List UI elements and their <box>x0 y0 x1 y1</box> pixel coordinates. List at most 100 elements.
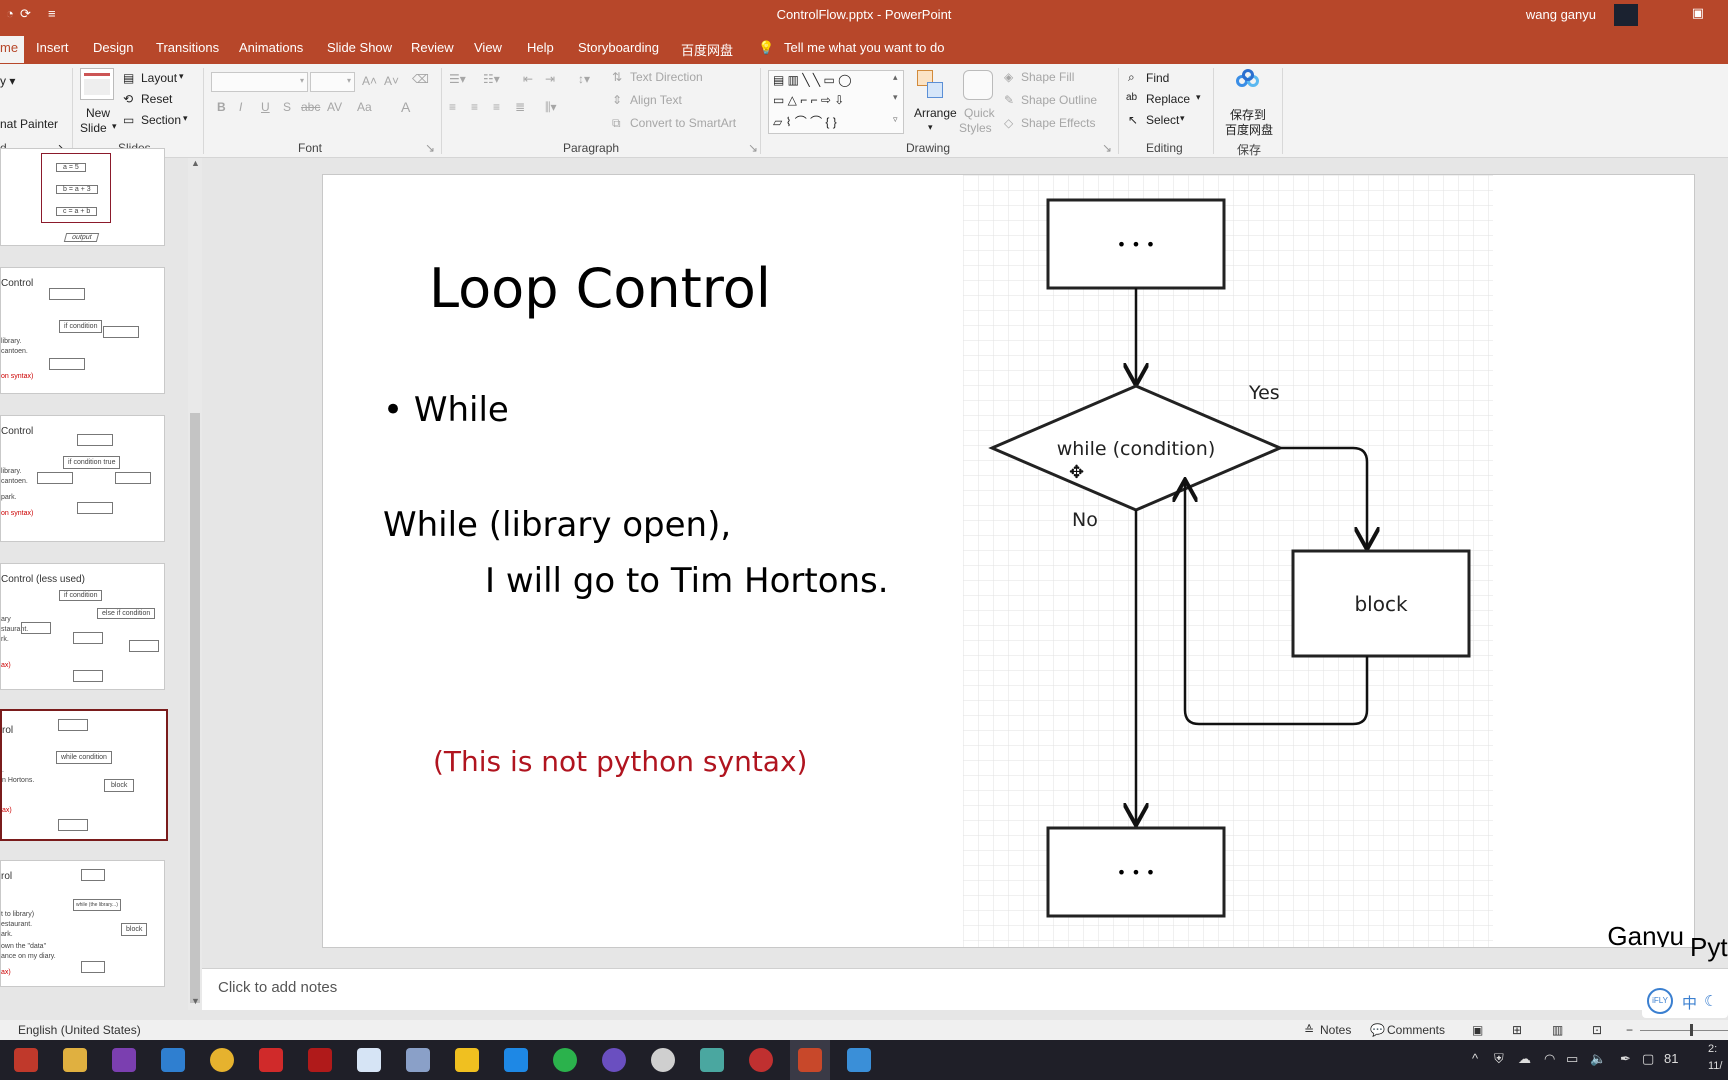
powerpoint-icon[interactable] <box>798 1048 822 1072</box>
find-button[interactable]: Find <box>1146 71 1169 85</box>
chevron-down-icon[interactable]: ▾ <box>179 71 184 82</box>
baidu-netdisk-icon[interactable] <box>357 1048 381 1072</box>
tab-insert[interactable]: Insert <box>36 40 69 55</box>
display-icon[interactable]: ▢ <box>1642 1051 1654 1067</box>
tab-slide-show[interactable]: Slide Show <box>327 40 392 55</box>
slide-thumbnail-selected[interactable]: rol while condition block . n Hortons. a… <box>0 709 168 841</box>
shape-fill-button[interactable]: Shape Fill <box>1021 70 1074 84</box>
textbox-shape-icon[interactable]: ▤ ▥ ╲ ╲ ▭ ◯ <box>773 73 852 87</box>
arrange-icon[interactable] <box>917 70 945 100</box>
justify-icon[interactable]: ≣ <box>515 100 525 114</box>
tab-design[interactable]: Design <box>93 40 133 55</box>
shape-outline-button[interactable]: Shape Outline <box>1021 93 1097 107</box>
clock-time[interactable]: 2: <box>1708 1043 1717 1055</box>
layout-button[interactable]: Layout <box>141 71 177 85</box>
slide-thumbnail[interactable]: a = 5 b = a + 3 c = a + b output <box>0 148 165 246</box>
moon-icon[interactable]: ☾ <box>1704 992 1717 1010</box>
new-slide-button[interactable]: New <box>86 106 110 120</box>
normal-view-icon[interactable]: ▣ <box>1472 1023 1483 1037</box>
new-slide-label[interactable]: Slide <box>80 121 107 135</box>
notes-placeholder[interactable]: Click to add notes <box>218 979 337 996</box>
columns-icon[interactable]: ⫼▾ <box>545 100 557 115</box>
line-spacing-icon[interactable]: ↕▾ <box>578 72 590 86</box>
text-direction-button[interactable]: Text Direction <box>630 70 703 84</box>
change-case-button[interactable]: Aa <box>357 100 372 114</box>
tab-review[interactable]: Review <box>411 40 454 55</box>
avatar[interactable] <box>1614 4 1638 26</box>
volume-icon[interactable]: 🔈 <box>1590 1051 1606 1067</box>
numbering-icon[interactable]: ☷▾ <box>483 72 500 86</box>
tab-baidu[interactable]: 百度网盘 <box>681 40 733 59</box>
decrease-indent-icon[interactable]: ⇤ <box>523 72 533 86</box>
dialog-launcher-icon[interactable]: ↘ <box>425 141 435 155</box>
onenote-icon[interactable] <box>112 1048 136 1072</box>
notes-button[interactable]: Notes <box>1320 1023 1351 1037</box>
paint-icon[interactable] <box>406 1048 430 1072</box>
slide-thumbnail[interactable]: Control if condition library. cantoen. o… <box>0 267 165 394</box>
notes-app-icon[interactable] <box>455 1048 479 1072</box>
chevron-down-icon[interactable]: ▾ <box>928 122 933 133</box>
chrome-icon[interactable] <box>210 1048 234 1072</box>
cloud-icon[interactable]: ☁ <box>1518 1051 1531 1067</box>
shape-row-icon[interactable]: ▱ ⌇ ⌒ ⌒ { } <box>773 113 837 130</box>
select-button[interactable]: Select <box>1146 113 1179 127</box>
tray-overflow-icon[interactable]: ^ <box>1472 1051 1478 1066</box>
mail-icon[interactable] <box>161 1048 185 1072</box>
increase-font-icon[interactable]: A˄ <box>362 74 377 88</box>
tab-help[interactable]: Help <box>527 40 554 55</box>
shadow-button[interactable]: S <box>283 100 291 114</box>
zoom-slider[interactable] <box>1640 1030 1728 1031</box>
tab-view[interactable]: View <box>474 40 502 55</box>
gallery-scroll-down-icon[interactable]: ▾ <box>893 92 898 103</box>
slide-sorter-icon[interactable]: ⊞ <box>1512 1023 1522 1037</box>
arrange-button[interactable]: Arrange <box>914 106 957 120</box>
align-center-icon[interactable]: ≡ <box>471 100 478 114</box>
chevron-down-icon[interactable]: ▾ <box>1196 92 1201 103</box>
user-name[interactable]: wang ganyu <box>1526 7 1596 22</box>
ifly-logo[interactable]: iFLY <box>1647 988 1673 1014</box>
tab-home[interactable]: me <box>0 36 25 63</box>
underline-button[interactable]: U <box>261 100 270 114</box>
thumbnail-scrollbar[interactable]: ▲ ▼ <box>188 158 202 1010</box>
quick-styles-icon[interactable] <box>963 70 993 100</box>
security-icon[interactable]: ⛨ <box>1494 1051 1504 1067</box>
dialog-launcher-icon[interactable]: ↘ <box>748 141 758 155</box>
network-icon[interactable]: ◠ <box>1544 1051 1555 1067</box>
clear-formatting-icon[interactable]: ⌫ <box>412 72 429 86</box>
quick-styles-button[interactable]: Quick <box>964 106 995 120</box>
font-color-button[interactable]: A <box>401 99 410 115</box>
image-app-icon[interactable] <box>847 1048 871 1072</box>
chevron-down-icon[interactable]: ▾ <box>183 113 188 124</box>
body-text-line[interactable]: I will go to Tim Hortons. <box>485 561 889 601</box>
slideshow-view-icon[interactable]: ⊡ <box>1592 1023 1602 1037</box>
star-app-icon[interactable] <box>504 1048 528 1072</box>
scroll-up-icon[interactable]: ▲ <box>191 158 200 168</box>
convert-smartart-button[interactable]: Convert to SmartArt <box>630 116 736 130</box>
font-size-input[interactable]: ▾ <box>310 72 355 92</box>
body-text-line[interactable]: While (library open), <box>383 505 731 545</box>
reset-button[interactable]: Reset <box>141 92 172 106</box>
paste-dropdown-icon[interactable]: y ▾ <box>0 74 15 88</box>
chevron-down-icon[interactable]: ▾ <box>112 121 117 132</box>
dialog-launcher-icon[interactable]: ↘ <box>1102 141 1112 155</box>
clock-date[interactable]: 11/ <box>1708 1060 1722 1072</box>
decrease-font-icon[interactable]: A˅ <box>384 74 399 88</box>
character-spacing-button[interactable]: AV <box>327 100 342 114</box>
tell-me-search[interactable]: Tell me what you want to do <box>784 40 944 55</box>
reading-view-icon[interactable]: ▥ <box>1552 1023 1563 1037</box>
italic-button[interactable]: I <box>239 100 242 114</box>
strikethrough-button[interactable]: abc <box>301 100 320 114</box>
notes-pane[interactable]: Click to add notes <box>202 968 1728 1010</box>
tab-transitions[interactable]: Transitions <box>156 40 219 55</box>
pen-icon[interactable]: ✒ <box>1620 1051 1631 1067</box>
gallery-scroll-up-icon[interactable]: ▴ <box>893 72 898 83</box>
shape-effects-button[interactable]: Shape Effects <box>1021 116 1096 130</box>
shape-row-icon[interactable]: ▭ △ ⌐ ⌐ ⇨ ⇩ <box>773 93 844 107</box>
quick-styles-label[interactable]: Styles <box>959 121 992 135</box>
slide-thumbnail[interactable]: Control (less used) if condition else if… <box>0 563 165 690</box>
ifly-lang[interactable]: 中 <box>1682 992 1697 1013</box>
language-status[interactable]: English (United States) <box>18 1023 141 1037</box>
scroll-down-icon[interactable]: ▼ <box>191 996 200 1006</box>
wechat-icon[interactable] <box>553 1048 577 1072</box>
increase-indent-icon[interactable]: ⇥ <box>545 72 555 86</box>
